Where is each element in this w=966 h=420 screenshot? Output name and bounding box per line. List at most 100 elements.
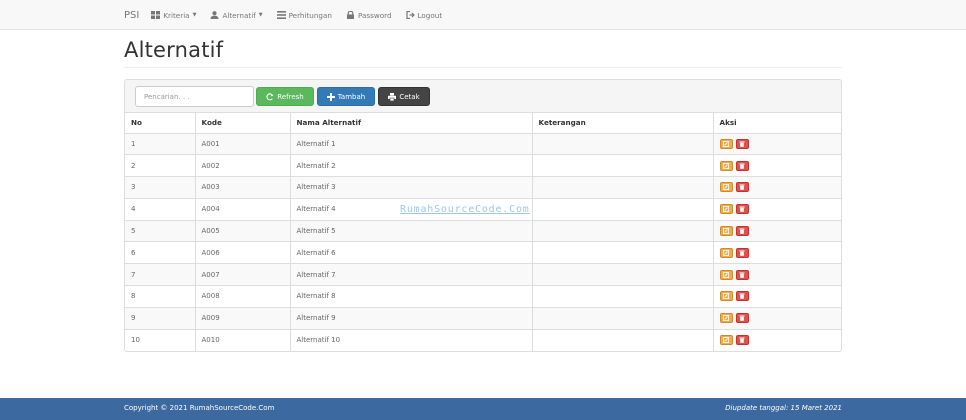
nav-item-logout[interactable]: Logout [405, 11, 442, 20]
cell-nama: Alternatif 2 [289, 154, 532, 177]
edit-button[interactable] [719, 247, 733, 258]
column-header-nama[interactable]: Nama Alternatif [289, 113, 532, 134]
column-header-kode[interactable]: Kode [194, 113, 290, 134]
edit-button[interactable] [719, 160, 733, 171]
footer-updated-date: Diupdate tanggal: 15 Maret 2021 [725, 404, 842, 412]
trash-icon [739, 228, 745, 234]
edit-button[interactable] [719, 226, 733, 237]
delete-button[interactable] [735, 313, 749, 324]
cell-kode: A004 [194, 197, 290, 221]
cell-keterangan [531, 306, 713, 330]
cell-nama: Alternatif 1 [289, 132, 532, 155]
trash-icon [739, 250, 745, 256]
trash-icon [739, 272, 745, 278]
edit-icon [723, 206, 729, 213]
nav-item-password[interactable]: Password [346, 11, 392, 20]
edit-button[interactable] [719, 313, 733, 324]
delete-button[interactable] [735, 335, 749, 346]
delete-button[interactable] [735, 182, 749, 193]
edit-icon [723, 228, 729, 235]
footer-copyright: Copyright © 2021 RumahSourceCode.Com [124, 404, 275, 412]
cell-nama: Alternatif 8 [289, 285, 532, 308]
edit-icon [723, 162, 729, 169]
edit-button[interactable] [719, 269, 733, 280]
nav-item-label: Password [357, 10, 392, 20]
panel-toolbar: Refresh Tambah Cetak [125, 80, 841, 113]
cell-keterangan [531, 132, 713, 155]
cell-no: 8 [125, 285, 195, 308]
column-header-no[interactable]: No [125, 113, 195, 134]
cell-no: 6 [125, 241, 195, 264]
refresh-label: Refresh [277, 92, 304, 101]
row-actions [719, 221, 838, 241]
trash-icon [739, 337, 745, 344]
table-row: 10 A010 Alternatif 10 [125, 328, 841, 351]
table-body: 1 A001 Alternatif 1 2 A002 Alternatif 2 3 A003 A… [125, 132, 841, 351]
edit-icon [723, 337, 729, 344]
edit-button[interactable] [719, 335, 733, 346]
cell-kode: A008 [194, 285, 290, 308]
trash-icon [739, 184, 745, 191]
grid-icon [151, 11, 161, 19]
title-divider [124, 67, 842, 68]
edit-button[interactable] [719, 138, 733, 149]
alternatif-panel: Refresh Tambah Cetak No Kode Nama Altern… [124, 79, 842, 352]
cell-keterangan [531, 328, 713, 351]
cell-kode: A006 [194, 241, 290, 264]
cell-aksi [712, 263, 841, 286]
edit-icon [723, 293, 729, 300]
cell-no: 7 [125, 263, 195, 286]
cell-keterangan [531, 241, 713, 264]
brand-link[interactable]: PSI [124, 10, 139, 21]
cell-kode: A005 [194, 219, 290, 242]
cell-aksi [712, 219, 841, 242]
search-input[interactable] [135, 86, 254, 107]
cell-kode: A009 [194, 306, 290, 330]
cell-no: 5 [125, 219, 195, 242]
cell-kode: A002 [194, 154, 290, 177]
edit-button[interactable] [719, 291, 733, 302]
cell-aksi [712, 306, 841, 330]
cell-aksi [712, 197, 841, 221]
row-actions [719, 330, 838, 351]
table-header-row: No Kode Nama Alternatif Keterangan Aksi [125, 113, 841, 134]
trash-icon [739, 141, 745, 147]
caret-down-icon: ▼ [192, 12, 197, 18]
edit-icon [723, 315, 729, 322]
refresh-icon [266, 92, 274, 100]
print-icon [388, 92, 397, 101]
nav-item-alternatif[interactable]: Alternatif ▼ [210, 11, 263, 20]
cell-aksi [712, 328, 841, 351]
cell-aksi [712, 154, 841, 177]
nav-item-perhitungan[interactable]: Perhitungan [276, 11, 332, 20]
delete-button[interactable] [735, 204, 749, 215]
cell-keterangan [531, 263, 713, 286]
table-row: 9 A009 Alternatif 9 [125, 306, 841, 330]
cell-kode: A003 [194, 176, 290, 199]
edit-button[interactable] [719, 182, 733, 193]
navbar-inner: PSI Kriteria ▼ Alternatif ▼ Perhitungan … [124, 0, 456, 30]
delete-button[interactable] [735, 138, 749, 149]
delete-button[interactable] [735, 160, 749, 171]
cetak-button[interactable]: Cetak [378, 87, 430, 106]
cell-no: 1 [125, 132, 195, 155]
cell-keterangan [531, 285, 713, 308]
column-header-keterangan[interactable]: Keterangan [531, 113, 713, 134]
caret-down-icon: ▼ [258, 12, 263, 18]
footer: Copyright © 2021 RumahSourceCode.Com Diu… [0, 398, 966, 420]
cell-no: 2 [125, 154, 195, 177]
cell-keterangan [531, 176, 713, 199]
refresh-button[interactable]: Refresh [256, 87, 314, 106]
delete-button[interactable] [735, 226, 749, 237]
cell-nama: Alternatif 5 [289, 219, 532, 242]
delete-button[interactable] [735, 291, 749, 302]
edit-button[interactable] [719, 204, 733, 215]
edit-icon [723, 271, 729, 278]
nav-item-kriteria[interactable]: Kriteria ▼ [151, 11, 196, 20]
delete-button[interactable] [735, 269, 749, 280]
table-row: 5 A005 Alternatif 5 [125, 219, 841, 242]
table-row: 7 A007 Alternatif 7 [125, 263, 841, 286]
delete-button[interactable] [735, 247, 749, 258]
tambah-button[interactable]: Tambah [317, 87, 375, 106]
cell-nama: Alternatif 9 [289, 306, 532, 330]
